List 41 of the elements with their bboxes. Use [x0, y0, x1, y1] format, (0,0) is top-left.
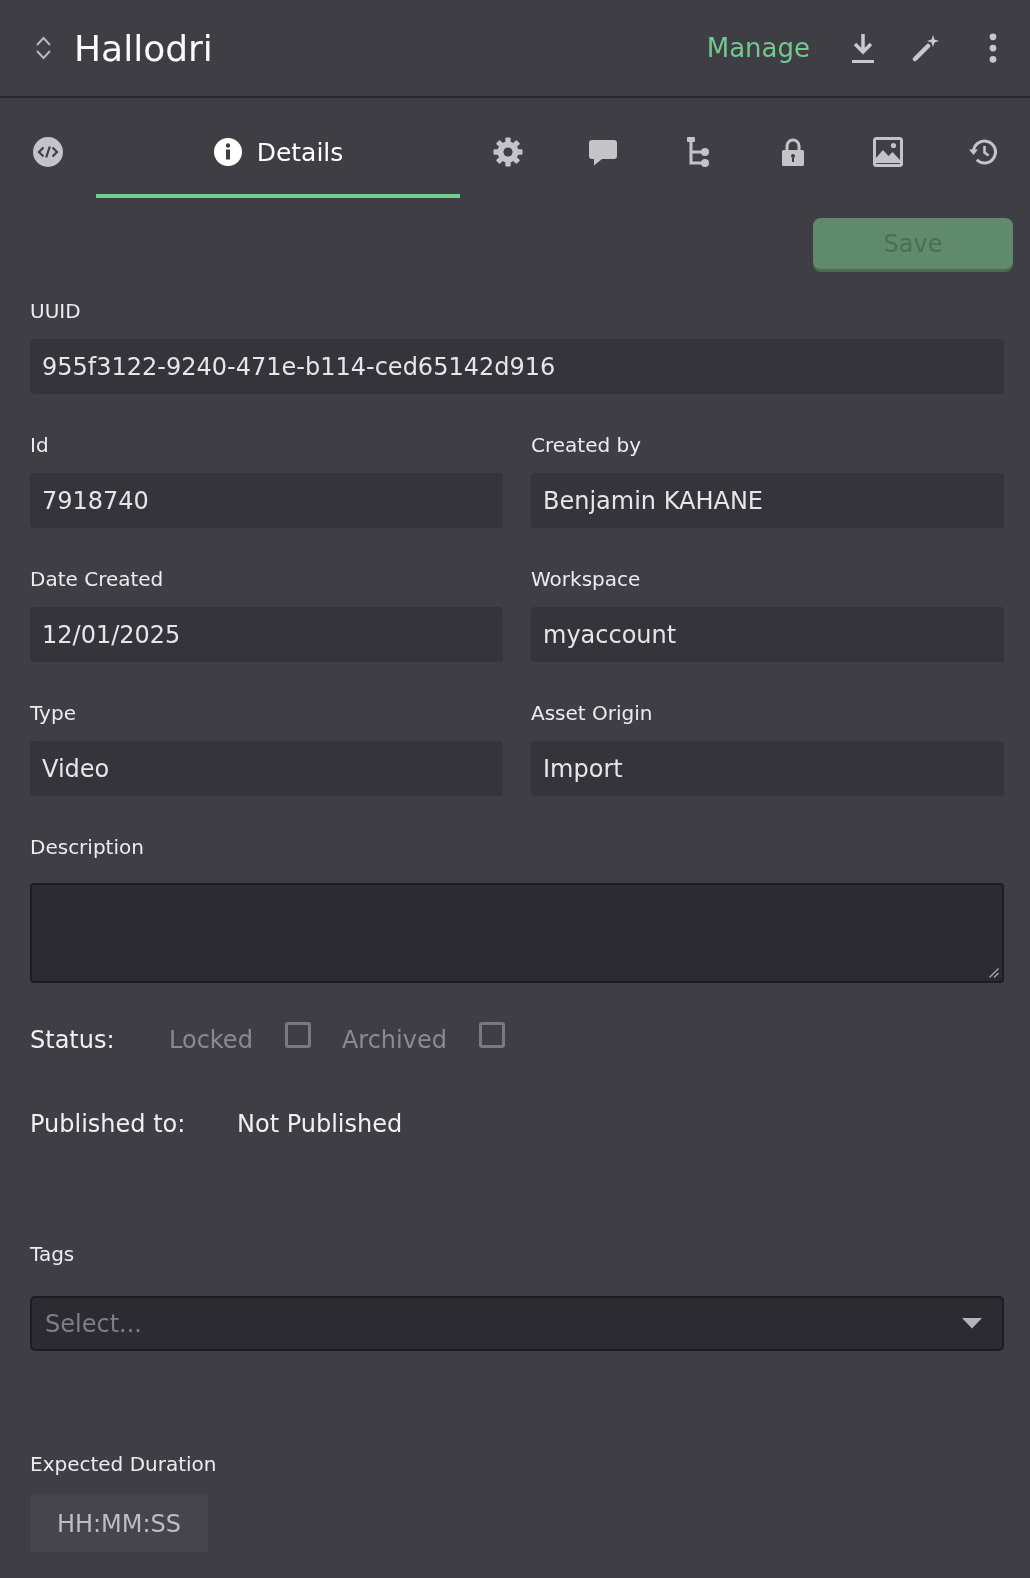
- image-icon: [872, 137, 903, 167]
- download-icon[interactable]: [850, 32, 876, 64]
- field-label: Workspace: [531, 566, 642, 593]
- field-label: Date Created: [30, 566, 165, 593]
- text-field[interactable]: myaccount: [531, 607, 1004, 662]
- published-value: Not Published: [237, 1110, 403, 1138]
- field-label: Created by: [531, 432, 643, 459]
- settings-icon: [492, 137, 523, 167]
- option-label: Archived: [341, 1026, 447, 1054]
- magic-wand-icon[interactable]: [912, 34, 939, 62]
- text-field[interactable]: 7918740: [30, 473, 503, 528]
- caret-down-icon: [962, 1318, 982, 1329]
- status-label: Status:: [30, 1026, 116, 1054]
- text-field[interactable]: Benjamin KAHANE: [531, 473, 1004, 528]
- field-label: UUID: [30, 298, 82, 325]
- description-field[interactable]: [30, 883, 1004, 983]
- field-label: Id: [30, 432, 50, 459]
- more-options-icon[interactable]: [989, 33, 997, 63]
- manage-link[interactable]: Manage: [706, 33, 810, 63]
- lock-icon: [780, 137, 805, 167]
- code-icon: [33, 137, 63, 167]
- field-label: Description: [30, 834, 145, 861]
- asset-title: Hallodri: [74, 27, 214, 69]
- option-label: Locked: [169, 1026, 253, 1054]
- details-tab[interactable]: Details: [96, 110, 460, 198]
- info-icon: [212, 137, 243, 167]
- field-label: Expected Duration: [30, 1451, 218, 1478]
- history-icon: [967, 138, 998, 166]
- duration-input[interactable]: HH:MM:SS: [30, 1495, 208, 1552]
- text-field[interactable]: Video: [30, 741, 503, 796]
- text-field[interactable]: 12/01/2025: [30, 607, 503, 662]
- field-label: Tags: [30, 1241, 76, 1268]
- sort-icon[interactable]: [35, 34, 52, 62]
- comment-icon: [587, 138, 618, 166]
- field-label: Type: [30, 700, 77, 727]
- text-field[interactable]: Import: [531, 741, 1004, 796]
- published-label: Published to:: [30, 1110, 187, 1138]
- field-label: Asset Origin: [531, 700, 654, 727]
- hierarchy-icon: [685, 136, 710, 168]
- resize-handle-icon[interactable]: [989, 968, 999, 978]
- uuid-field[interactable]: 955f3122-9240-471e-b114-ced65142d916: [30, 339, 1004, 394]
